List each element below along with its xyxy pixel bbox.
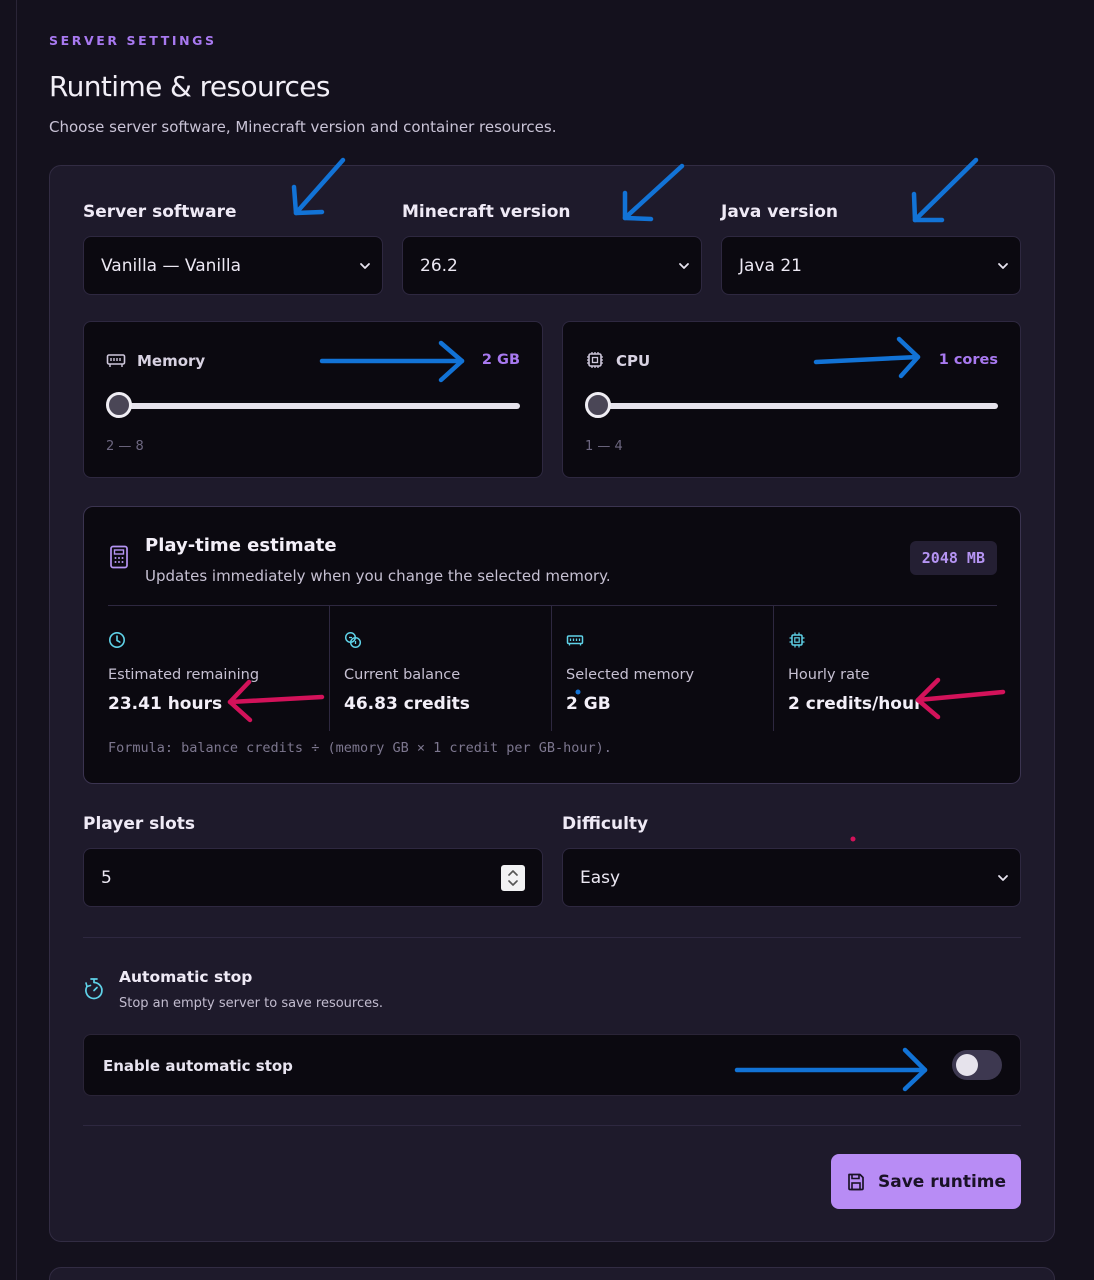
save-icon [848, 1173, 864, 1190]
software-select[interactable]: Vanilla — Vanilla [83, 236, 383, 295]
chevron-down-icon [679, 263, 689, 269]
memory-value: 2 GB [481, 352, 520, 368]
cpu-label: CPU [616, 352, 651, 370]
stat-hourly-rate: Hourly rate 2 credits/hour [774, 606, 998, 731]
stepper-arrows-icon [508, 870, 518, 886]
stat-selected-memory: Selected memory 2 GB [552, 606, 774, 731]
chevron-down-icon [360, 263, 370, 269]
cpu-icon [789, 632, 805, 648]
stat-label: Selected memory [566, 667, 695, 683]
page-subtitle: Choose server software, Minecraft versio… [49, 118, 557, 136]
playtime-estimate-panel: Play-time estimate Updates immediately w… [83, 506, 1021, 784]
memory-slider[interactable] [119, 403, 520, 409]
stat-label: Estimated remaining [108, 667, 260, 683]
software-label: Server software [83, 202, 237, 222]
memory-range: 2 — 8 [106, 439, 144, 454]
memory-label: Memory [137, 352, 206, 370]
next-card [49, 1267, 1055, 1280]
stat-current-balance: Current balance 46.83 credits [330, 606, 552, 731]
autostop-title: Automatic stop [119, 968, 253, 986]
page-title: Runtime & resources [49, 70, 330, 103]
stat-estimated-remaining: Estimated remaining 23.41 hours [108, 606, 330, 731]
save-runtime-button[interactable]: Save runtime [831, 1154, 1021, 1209]
section-divider [83, 1125, 1021, 1126]
java-label: Java version [721, 202, 838, 222]
minecraft-select[interactable]: 26.2 [402, 236, 702, 295]
coins-icon [344, 631, 362, 649]
save-runtime-label: Save runtime [877, 1171, 1007, 1192]
stat-value: 23.41 hours [108, 694, 223, 714]
estimate-title: Play-time estimate [145, 535, 337, 556]
cpu-icon [587, 352, 603, 368]
stat-value: 46.83 credits [344, 694, 470, 714]
timer-icon [85, 978, 103, 1000]
minecraft-value: 26.2 [420, 255, 458, 276]
left-border [16, 0, 17, 1280]
autostop-toggle-label: Enable automatic stop [103, 1057, 293, 1075]
software-value: Vanilla — Vanilla [101, 255, 241, 276]
difficulty-value: Easy [580, 867, 621, 888]
memory-panel: Memory 2 GB 2 — 8 [83, 321, 543, 478]
player-slots-input[interactable]: 5 [83, 848, 543, 907]
runtime-card: Server software Vanilla — Vanilla Minecr… [49, 165, 1055, 1242]
chevron-down-icon [998, 263, 1008, 269]
formula-note: Formula: balance credits ÷ (memory GB × … [108, 740, 612, 756]
section-divider [83, 937, 1021, 938]
number-stepper[interactable] [501, 865, 525, 891]
cpu-panel: CPU 1 cores 1 — 4 [562, 321, 1021, 478]
toggle-knob [956, 1054, 978, 1076]
stat-label: Current balance [344, 667, 461, 683]
section-eyebrow: SERVER SETTINGS [49, 33, 217, 48]
cpu-slider[interactable] [598, 403, 998, 409]
difficulty-label: Difficulty [562, 814, 649, 834]
memory-icon [566, 635, 584, 646]
minecraft-label: Minecraft version [402, 202, 571, 222]
autostop-toggle[interactable] [952, 1050, 1002, 1080]
cpu-value: 1 cores [938, 352, 998, 368]
difficulty-select[interactable]: Easy [562, 848, 1021, 907]
player-slots-value: 5 [101, 867, 112, 888]
memory-slider-thumb[interactable] [106, 392, 132, 418]
java-select[interactable]: Java 21 [721, 236, 1021, 295]
stat-value: 2 credits/hour [788, 694, 923, 714]
cpu-slider-thumb[interactable] [585, 392, 611, 418]
memory-mb-badge: 2048 MB [909, 541, 997, 575]
autostop-row: Enable automatic stop [83, 1034, 1021, 1096]
player-slots-label: Player slots [83, 814, 196, 834]
cpu-range: 1 — 4 [585, 439, 623, 454]
autostop-subtitle: Stop an empty server to save resources. [119, 996, 384, 1011]
stat-label: Hourly rate [788, 667, 870, 683]
stat-value: 2 GB [566, 694, 611, 714]
memory-icon [106, 354, 126, 367]
java-value: Java 21 [739, 255, 802, 276]
estimate-subtitle: Updates immediately when you change the … [145, 567, 611, 585]
clock-icon [109, 632, 125, 648]
chevron-down-icon [998, 875, 1008, 881]
calculator-icon [110, 545, 128, 569]
